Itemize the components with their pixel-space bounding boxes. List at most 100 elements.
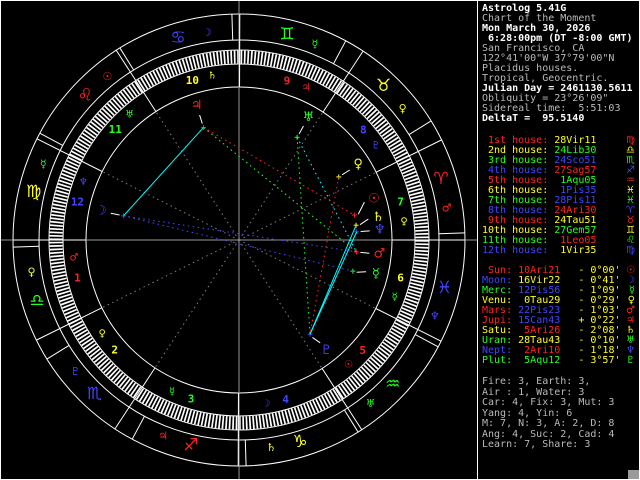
aspect-line-venus-pluto xyxy=(309,176,340,335)
wheel-sign-libra-icon: ♎ xyxy=(29,291,44,311)
wheel-sign-gemini-icon: ♊ xyxy=(280,25,295,45)
wheel-planet-mars-icon: ♂ xyxy=(373,247,385,262)
aspect-line-uranus-mars xyxy=(296,137,357,253)
planet-pointer-saturn xyxy=(359,218,369,226)
wheel-house-4-ruler-icon: ☽ xyxy=(261,398,270,409)
wheel-planet-sun-icon: ☉ xyxy=(368,192,380,207)
summary-line-6: Learn: 7, Share: 3 xyxy=(482,439,591,450)
wheel-house-number-10: 10 xyxy=(186,74,199,87)
planet-pointer-uranus xyxy=(298,125,304,135)
planet-pointer-venus xyxy=(341,169,350,176)
summary-line-2: Car: 4, Fix: 3, Mut: 3 xyxy=(482,397,615,408)
wheel-sign-capricorn-icon: ♑ xyxy=(292,432,307,452)
house-cusp-ray-9 xyxy=(238,111,324,241)
wheel-sign-aquarius-ruler-icon: ♅ xyxy=(366,397,376,410)
wheel-sign-aries-ruler-icon: ♂ xyxy=(442,201,452,214)
sign-boundary xyxy=(415,334,439,348)
sign-boundary xyxy=(231,14,234,41)
wheel-house-number-1: 1 xyxy=(74,271,81,284)
window-border-left xyxy=(0,0,1,480)
house-cusp-ray-8 xyxy=(238,171,377,241)
astrolog-window: ♈ ♂ ♉ ♀ ♊ ☿ ♋ ☽ ♌ ☉ ♍ ☿ ♎ ♀ ♏ ♇ ♐ ♃ ♑ ♄ ♒ ♅ ♓ ♆ 1 ♂ 2 ♀ 3 ☿ 4 ☽ 5 ☉ 6 ☿ 7 ♀ 8 ♇… xyxy=(0,0,640,480)
planet-pointer-jupiter xyxy=(199,114,203,124)
wheel-sign-gemini-ruler-icon: ☿ xyxy=(312,38,319,51)
wheel-house-10-ruler-icon: ♄ xyxy=(208,71,217,82)
house-label: 12th house: xyxy=(482,245,549,256)
wheel-house-2-ruler-icon: ♀ xyxy=(99,329,106,340)
wheel-house-number-9: 9 xyxy=(284,75,291,88)
sign-boundary xyxy=(39,132,63,146)
wheel-house-number-11: 11 xyxy=(109,123,123,136)
planet-label: Plut: xyxy=(482,355,513,366)
house-cusp-ray-5 xyxy=(238,239,323,369)
wheel-house-11-ruler-icon: ♅ xyxy=(125,110,134,121)
sign-boundary xyxy=(131,416,145,440)
aspect-line-jupiter-mars xyxy=(203,127,357,253)
wheel-house-6-ruler-icon: ☿ xyxy=(392,292,398,303)
planet-pointer-sun xyxy=(357,201,365,215)
wheel-house-1-ruler-icon: ♂ xyxy=(69,252,78,263)
wheel-house-number-6: 6 xyxy=(397,272,404,285)
chart-wheel: ♈ ♂ ♉ ♀ ♊ ☿ ♋ ☽ ♌ ☉ ♍ ☿ ♎ ♀ ♏ ♇ ♐ ♃ ♑ ♄ ♒ ♅ ♓ ♆ 1 ♂ 2 ♀ 3 ☿ 4 ☽ 5 ☉ 6 ☿ 7 ♀ 8 ♇… xyxy=(0,0,477,480)
wheel-house-number-4: 4 xyxy=(282,393,289,406)
house-cusp-ray-2 xyxy=(101,239,240,309)
sign-boundary xyxy=(438,232,465,235)
summary-line-0: Fire: 3, Earth: 3, xyxy=(482,376,591,387)
aspect-line-jupiter-sun xyxy=(203,127,355,216)
wheel-house-9-ruler-icon: ♃ xyxy=(302,83,311,94)
wheel-sign-scorpio-icon: ♏ xyxy=(87,384,102,404)
wheel-sign-leo-ruler-icon: ☉ xyxy=(102,70,112,83)
planet-pointer-mercury xyxy=(356,271,367,273)
wheel-sign-virgo-ruler-icon: ☿ xyxy=(40,158,47,171)
wheel-sign-sagittarius-icon: ♐ xyxy=(183,435,198,455)
chart-header: Astrolog 5.41G Chart of the Moment Mon Mar… xyxy=(482,4,638,124)
wheel-sign-aquarius-icon: ♒ xyxy=(385,374,400,394)
house-cusp-ray-11 xyxy=(155,111,240,241)
house-row-12: 12th house: 1Vir35 ♍ xyxy=(482,246,638,256)
planet-position: 5Aqu12 xyxy=(512,355,561,366)
wheel-planet-moon-icon: ☽ xyxy=(95,204,107,219)
house-cusp-ray-3 xyxy=(154,239,240,369)
aspect-line-uranus-pluto xyxy=(296,137,311,335)
wheel-sign-scorpio-ruler-icon: ♇ xyxy=(70,365,80,378)
wheel-house-number-2: 2 xyxy=(111,343,118,356)
wheel-sign-taurus-ruler-icon: ♀ xyxy=(399,102,407,115)
planet-table: Sun: 10Ari21 - 0°00' ☉ Moon: 16Vir22 - 0°4… xyxy=(482,266,638,366)
summary-line-4: M: 7, N: 3, A: 2, D: 8 xyxy=(482,418,615,429)
resize-grip[interactable] xyxy=(628,470,639,479)
wheel-planet-jupiter-icon: ♃ xyxy=(191,98,203,113)
wheel-house-number-7: 7 xyxy=(397,196,404,209)
planet-velocity: - 3°57' xyxy=(560,355,621,366)
wheel-sign-aries-icon: ♈ xyxy=(433,169,448,189)
wheel-sign-cancer-icon: ♋ xyxy=(170,28,185,48)
planet-pointer-moon xyxy=(110,212,120,216)
wheel-house-number-5: 5 xyxy=(359,344,366,357)
element-summary: Fire: 3, Earth: 3, Air : 1, Water: 3 Car: … xyxy=(482,377,638,451)
wheel-house-number-3: 3 xyxy=(188,392,195,405)
planet-pointer-neptune xyxy=(360,230,370,232)
wheel-planet-neptune-icon: ♆ xyxy=(374,223,386,238)
wheel-sign-libra-ruler-icon: ♀ xyxy=(27,266,35,279)
aspect-line-moon-jupiter xyxy=(123,127,204,217)
house-sign-icon: ♍ xyxy=(626,245,635,256)
aspect-line-moon-mercury xyxy=(123,215,353,272)
wheel-house-7-ruler-icon: ♀ xyxy=(400,217,407,228)
house-cusp-value: 1Vir35 xyxy=(548,245,597,256)
wheel-sign-taurus-icon: ♉ xyxy=(376,76,391,96)
wheel-house-number-12: 12 xyxy=(71,195,84,208)
wheel-sign-capricorn-ruler-icon: ♄ xyxy=(266,441,276,454)
wheel-planet-venus-icon: ♀ xyxy=(353,157,363,172)
wheel-sign-pisces-ruler-icon: ♆ xyxy=(430,309,440,322)
wheel-house-5-ruler-icon: ☉ xyxy=(344,359,353,370)
wheel-house-8-ruler-icon: ♇ xyxy=(371,140,380,151)
wheel-house-12-ruler-icon: ♆ xyxy=(79,177,88,188)
wheel-house-3-ruler-icon: ☿ xyxy=(169,386,175,397)
sign-boundary xyxy=(244,439,247,466)
sign-boundary xyxy=(46,344,70,360)
house-table: 1st house: 28Vir11 ♍ 2nd house: 24Lib30 ♎ … xyxy=(482,136,638,256)
planet-row-♇: Plut: 5Aqu12 - 3°57' ♇ xyxy=(482,356,638,366)
planet-pointer-pluto xyxy=(312,337,321,344)
wheel-sign-cancer-ruler-icon: ☽ xyxy=(202,26,212,39)
window-border-top xyxy=(0,0,640,1)
wheel-house-number-8: 8 xyxy=(360,124,367,137)
